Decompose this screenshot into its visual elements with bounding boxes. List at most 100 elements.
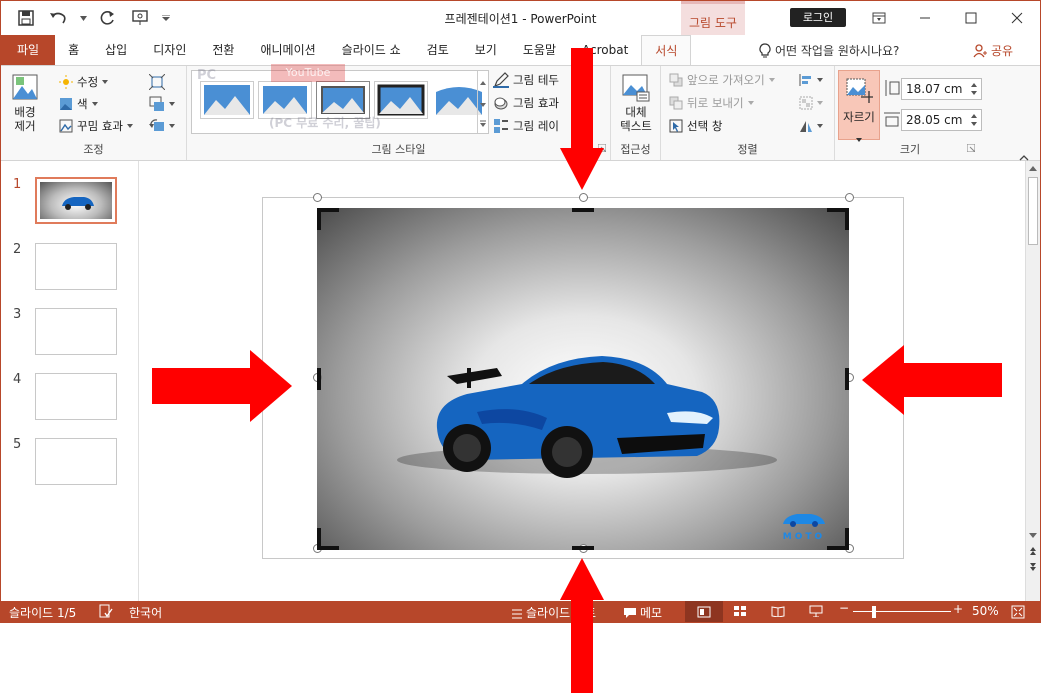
style-thumbnail-4[interactable] — [374, 81, 428, 119]
size-group-label: 크기 — [899, 143, 921, 156]
resize-handle-top-right[interactable] — [845, 193, 854, 202]
tab-insert[interactable]: 삽입 — [92, 35, 140, 65]
crop-handle-right[interactable] — [845, 368, 849, 390]
slide-thumbnail-2[interactable] — [35, 243, 117, 290]
artistic-effects-button[interactable]: 꾸밈 효과 — [59, 116, 133, 136]
style-preview-1 — [204, 85, 250, 115]
tab-file[interactable]: 파일 — [1, 35, 56, 65]
crop-handle-bottom-right-v[interactable] — [845, 528, 849, 550]
dialog-launcher-icon — [966, 143, 976, 153]
normal-view-button[interactable] — [685, 601, 723, 622]
zoom-out-button[interactable]: − — [839, 601, 849, 615]
tell-me-search[interactable]: 어떤 작업을 원하시나요? — [759, 42, 899, 59]
chevron-down-icon — [768, 78, 775, 82]
sports-car-image — [397, 356, 777, 478]
align-icon — [799, 74, 811, 86]
present-icon — [132, 10, 148, 25]
change-picture-button[interactable] — [149, 94, 175, 114]
customize-qat-button[interactable] — [161, 8, 171, 28]
remove-background-button[interactable]: 배경 제거 — [7, 72, 43, 133]
style-preview-4 — [377, 84, 425, 116]
car-picture[interactable]: MOTO — [317, 208, 849, 550]
group-button[interactable] — [799, 93, 823, 113]
picture-effects-button[interactable]: 그림 효과 — [493, 93, 559, 113]
tab-review[interactable]: 검토 — [414, 35, 462, 65]
minimize-button[interactable] — [902, 1, 948, 35]
corrections-button[interactable]: 수정 — [59, 72, 109, 92]
zoom-in-button[interactable]: + — [953, 602, 963, 616]
redo-button[interactable] — [97, 8, 119, 28]
resize-handle-top-left[interactable] — [313, 193, 322, 202]
undo-button[interactable] — [47, 8, 69, 28]
login-button[interactable]: 로그인 — [790, 8, 846, 27]
slide-sorter-button[interactable] — [733, 605, 747, 620]
slide-thumbnail-1[interactable] — [35, 177, 117, 224]
send-backward-button[interactable]: 뒤로 보내기 — [669, 93, 754, 113]
maximize-button[interactable] — [948, 1, 994, 35]
share-button[interactable]: 공유 — [973, 42, 1013, 59]
align-button[interactable] — [799, 70, 823, 90]
zoom-level[interactable]: 50% — [972, 604, 999, 618]
tab-format[interactable]: 서식 — [641, 35, 692, 65]
vertical-scrollbar[interactable] — [1025, 161, 1040, 601]
crop-handle-bottom-left-v[interactable] — [317, 528, 321, 550]
scroll-thumb[interactable] — [1028, 177, 1038, 245]
selection-pane-button[interactable]: 선택 창 — [669, 116, 722, 136]
slide-thumbnail-5[interactable] — [35, 438, 117, 485]
crop-handle-top-right-v[interactable] — [845, 208, 849, 230]
reading-view-button[interactable] — [771, 605, 785, 620]
comments-button[interactable]: 메모 — [623, 604, 662, 621]
size-group: 자르기 18.07 cm 28.05 cm 크기 — [835, 66, 985, 160]
slide-thumbnail-3[interactable] — [35, 308, 117, 355]
reset-picture-button[interactable] — [149, 116, 175, 136]
picture-styles-group: PC YouTube (PC 무료 수리, 꿀팁) 그림 테두 그림 효과 그림… — [187, 64, 611, 160]
crop-handle-bottom[interactable] — [572, 546, 594, 550]
compress-pictures-button[interactable] — [149, 72, 165, 92]
watermark-caption: (PC 무료 수리, 꿀팁) — [269, 116, 381, 130]
close-icon — [1011, 12, 1023, 24]
language-indicator[interactable]: 한국어 — [129, 604, 162, 621]
chevron-down-icon — [162, 15, 170, 21]
zoom-slider-thumb[interactable] — [872, 606, 876, 618]
slide-number: 4 — [13, 372, 22, 387]
close-button[interactable] — [994, 1, 1040, 35]
present-button[interactable] — [129, 8, 151, 28]
tab-home[interactable]: 홈 — [55, 35, 92, 65]
undo-dropdown[interactable] — [79, 8, 87, 28]
tab-slideshow[interactable]: 슬라이드 쇼 — [329, 35, 414, 65]
color-button[interactable]: 색 — [59, 94, 98, 114]
spellcheck-button[interactable] — [99, 604, 113, 621]
tab-view[interactable]: 보기 — [462, 35, 510, 65]
slideshow-button[interactable] — [809, 605, 823, 620]
bring-forward-label: 앞으로 가져오기 — [687, 73, 765, 87]
tab-animations[interactable]: 애니메이션 — [247, 35, 328, 65]
slide-number: 5 — [13, 437, 22, 452]
bring-forward-button[interactable]: 앞으로 가져오기 — [669, 70, 775, 90]
picture-border-button[interactable]: 그림 테두 — [493, 70, 559, 90]
tab-design[interactable]: 디자인 — [140, 35, 199, 65]
resize-handle-top[interactable] — [579, 193, 588, 202]
height-input[interactable]: 18.07 cm — [901, 78, 982, 100]
crop-button[interactable]: 자르기 — [838, 70, 880, 142]
crop-handle-left[interactable] — [317, 368, 321, 390]
crop-handle-top-left-v[interactable] — [317, 208, 321, 230]
picture-layout-button[interactable]: 그림 레이 — [493, 116, 559, 136]
save-button[interactable] — [15, 8, 37, 28]
tell-me-label: 어떤 작업을 원하시나요? — [775, 44, 900, 58]
rotate-button[interactable] — [799, 116, 823, 136]
gallery-scroll[interactable] — [477, 71, 488, 133]
tab-transitions[interactable]: 전환 — [199, 35, 247, 65]
width-input[interactable]: 28.05 cm — [901, 109, 982, 131]
chevron-down-icon — [817, 124, 823, 128]
picture-effects-icon — [494, 97, 508, 110]
size-dialog-launcher[interactable] — [966, 137, 976, 156]
zoom-slider-track[interactable] — [853, 611, 951, 612]
ribbon-display-button[interactable] — [856, 1, 902, 35]
fit-slide-button[interactable] — [1011, 605, 1025, 622]
alt-text-button[interactable]: 대체 텍스트 — [615, 72, 657, 133]
slide-canvas[interactable]: MOTO — [262, 193, 904, 559]
slide-thumbnail-4[interactable] — [35, 373, 117, 420]
style-thumbnail-1[interactable] — [200, 81, 254, 119]
moto-logo: MOTO — [769, 508, 839, 542]
crop-handle-top[interactable] — [572, 208, 594, 212]
